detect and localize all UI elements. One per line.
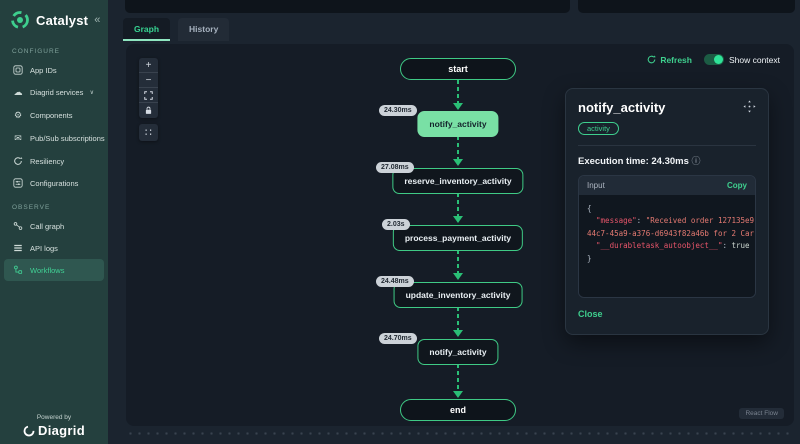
top-header-block-right [578, 0, 795, 13]
node-notify-activity-2[interactable]: notify_activity [417, 339, 498, 365]
app-ids-icon [12, 65, 24, 75]
section-label-observe: OBSERVE [0, 194, 108, 215]
sidebar-header: Catalyst « [0, 0, 108, 38]
lock-icon[interactable] [139, 103, 158, 118]
canvas-controls: + − [139, 58, 158, 118]
node-reserve-inventory-activity[interactable]: reserve_inventory_activity [392, 168, 523, 194]
move-panel-icon[interactable] [743, 100, 756, 113]
sidebar: Catalyst « CONFIGURE App IDs ☁ Diagrid s… [0, 0, 108, 444]
sliders-icon [12, 178, 24, 188]
sidebar-item-diagrid-services[interactable]: ☁ Diagrid services ∨ [0, 81, 108, 104]
minimap-button[interactable]: ∷ [139, 124, 158, 141]
fit-view-button[interactable] [139, 88, 158, 103]
sidebar-item-components[interactable]: ⚙ Components [0, 104, 108, 127]
duration-badge: 2.03s [382, 219, 410, 230]
node-notify-activity[interactable]: notify_activity [417, 111, 498, 137]
node-end[interactable]: end [400, 399, 516, 421]
workflow-edge [453, 193, 463, 223]
node-start[interactable]: start [400, 58, 516, 80]
panel-title: notify_activity [578, 100, 665, 115]
workflow-edge [453, 364, 463, 398]
zoom-in-button[interactable]: + [139, 58, 158, 73]
gear-icon: ⚙ [12, 110, 24, 121]
workflow-edge [453, 136, 463, 166]
call-graph-icon [12, 221, 24, 231]
sidebar-item-resiliency[interactable]: Resiliency [0, 150, 108, 172]
tab-bar: Graph History [123, 18, 229, 41]
show-context-label: Show context [729, 55, 780, 65]
activity-type-badge: activity [578, 122, 619, 135]
sidebar-item-app-ids[interactable]: App IDs [0, 59, 108, 81]
diagrid-logo-icon [23, 425, 35, 437]
diagrid-logo-text: Diagrid [38, 423, 85, 438]
envelope-icon: ✉ [12, 133, 24, 144]
sidebar-item-configurations[interactable]: Configurations [0, 172, 108, 194]
info-icon[interactable]: ⓘ [692, 156, 701, 166]
sidebar-item-api-logs[interactable]: API logs [0, 237, 108, 259]
refresh-button[interactable]: Refresh [647, 55, 692, 65]
duration-badge: 27.08ms [376, 162, 414, 173]
chevron-down-icon: ∨ [90, 89, 94, 96]
workflow-canvas[interactable]: + − ∷ Refresh Show context [126, 44, 794, 426]
catalyst-logo-icon [10, 10, 30, 30]
sidebar-item-pubsub-subscriptions[interactable]: ✉ Pub/Sub subscriptions [0, 127, 108, 150]
top-header-block-left [125, 0, 570, 13]
input-header-label: Input [587, 181, 605, 190]
input-json: { "message": "Received order 127135e9-44… [579, 195, 755, 297]
node-details-panel: notify_activity activity Execution time:… [565, 88, 769, 335]
panel-divider [578, 145, 756, 146]
sidebar-item-call-graph[interactable]: Call graph [0, 215, 108, 237]
tab-history[interactable]: History [178, 18, 229, 41]
copy-button[interactable]: Copy [727, 181, 747, 190]
canvas-toolbar: Refresh Show context [647, 54, 780, 65]
section-label-configure: CONFIGURE [0, 38, 108, 59]
workflow-edge [453, 307, 463, 337]
node-process-payment-activity[interactable]: process_payment_activity [393, 225, 523, 251]
duration-badge: 24.30ms [379, 105, 417, 116]
workflow-edge [453, 80, 463, 110]
list-icon [12, 243, 24, 253]
dot-grid-strip [126, 430, 794, 437]
node-update-inventory-activity[interactable]: update_inventory_activity [394, 282, 523, 308]
sidebar-item-workflows[interactable]: Workflows [4, 259, 104, 281]
show-context-toggle[interactable] [704, 54, 724, 65]
input-card: Input Copy { "message": "Received order … [578, 175, 756, 298]
execution-time: Execution time: 24.30ms ⓘ [578, 154, 756, 167]
main-area: Graph History + − ∷ Refresh [108, 0, 800, 444]
refresh-icon [647, 55, 656, 64]
zoom-out-button[interactable]: − [139, 73, 158, 88]
sidebar-footer: Powered by Diagrid [0, 414, 108, 438]
tab-graph[interactable]: Graph [123, 18, 170, 41]
sidebar-collapse-icon[interactable]: « [94, 14, 100, 26]
duration-badge: 24.48ms [376, 276, 414, 287]
workflow-edge [453, 250, 463, 280]
react-flow-attribution[interactable]: React Flow [739, 408, 784, 419]
workflow-icon [12, 265, 24, 275]
brand-title: Catalyst [36, 13, 88, 28]
close-button[interactable]: Close [578, 309, 603, 319]
cloud-icon: ☁ [12, 87, 24, 98]
duration-badge: 24.70ms [379, 333, 417, 344]
powered-by-label: Powered by [0, 414, 108, 421]
circular-arrow-icon [12, 156, 24, 166]
